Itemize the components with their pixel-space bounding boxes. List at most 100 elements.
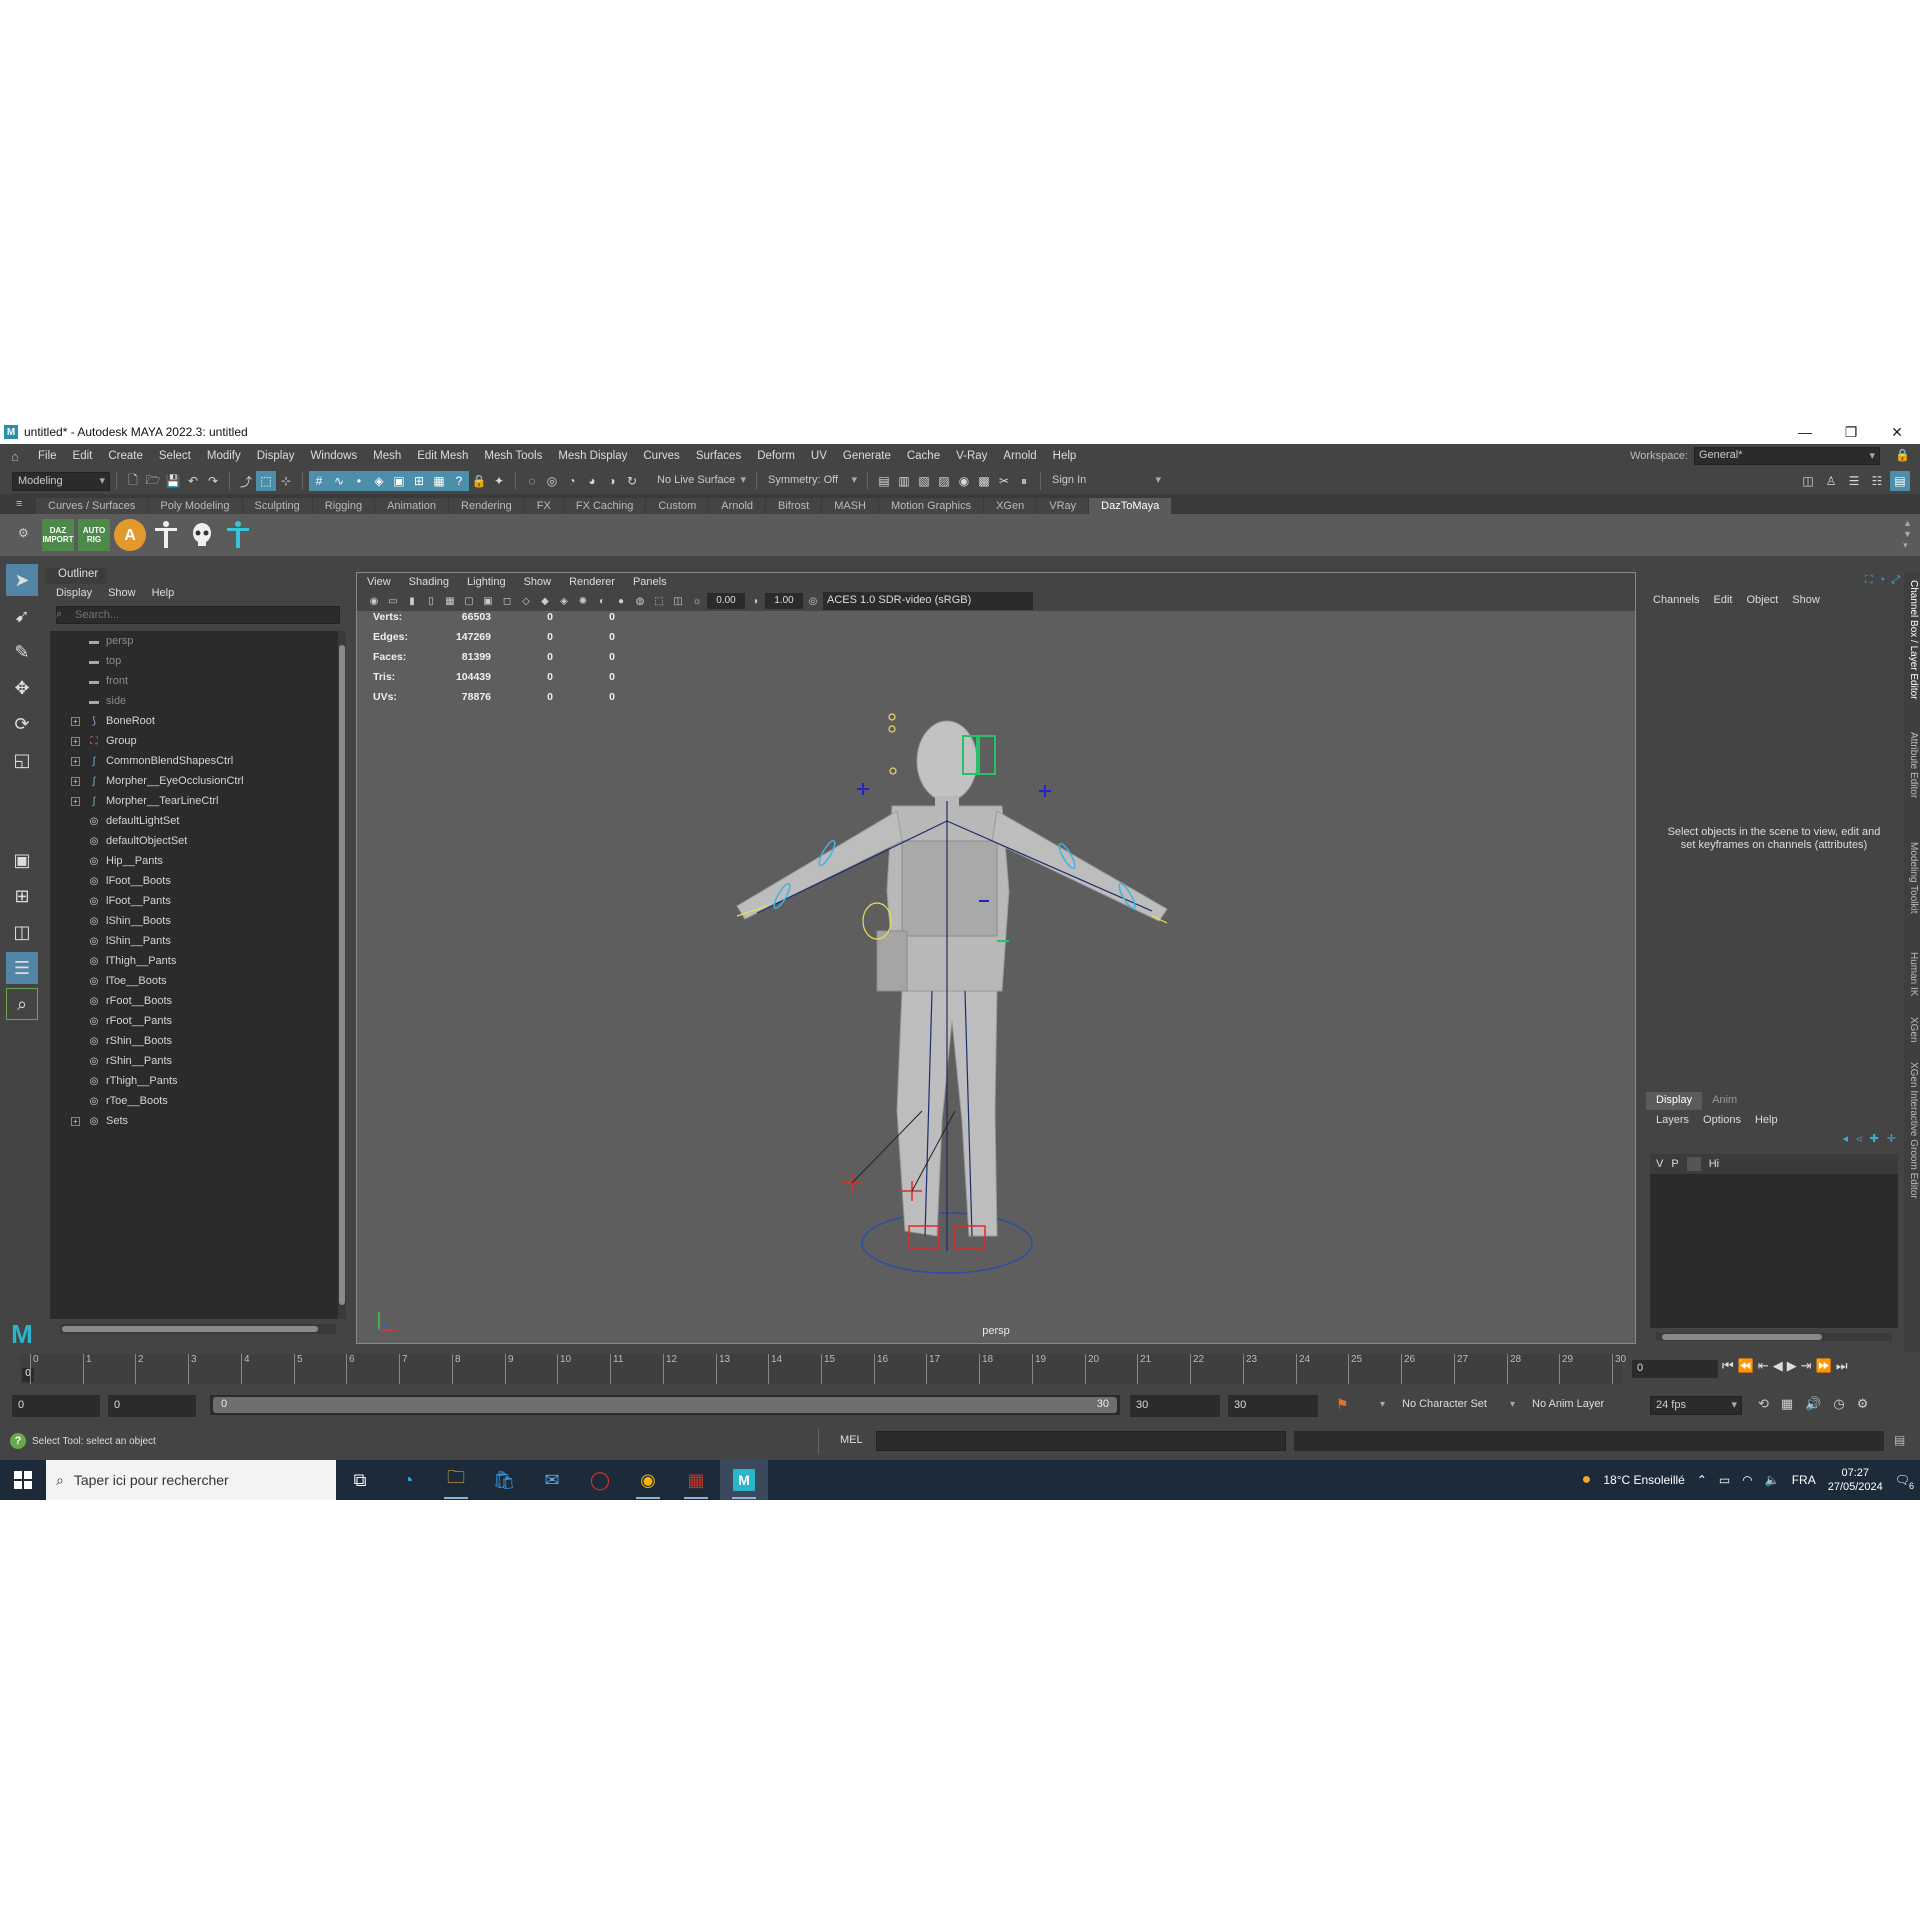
daz-import-icon[interactable]: DAZ IMPORT bbox=[42, 519, 74, 551]
outliner-item[interactable]: ◎ rShin__Boots bbox=[50, 1031, 338, 1051]
outliner-item[interactable]: ◎ rToe__Boots bbox=[50, 1091, 338, 1111]
home-icon[interactable]: ⌂ bbox=[0, 449, 30, 464]
outliner-item[interactable]: + ∫ Morpher__EyeOcclusionCtrl bbox=[50, 771, 338, 791]
scale-tool-icon[interactable]: ◱ bbox=[6, 744, 38, 776]
wireframe-icon[interactable]: ◇ bbox=[517, 592, 535, 610]
auto-rig-icon[interactable]: AUTO RIG bbox=[78, 519, 110, 551]
step-forward-key-icon[interactable]: ⏩ bbox=[1816, 1358, 1832, 1374]
expand-icon[interactable]: + bbox=[71, 1116, 80, 1126]
shelf-tab-animation[interactable]: Animation bbox=[375, 498, 449, 514]
four-view-layout-icon[interactable]: ⊞ bbox=[6, 880, 38, 912]
channel-box-menu-edit[interactable]: Edit bbox=[1713, 594, 1732, 606]
move-layer-down-icon[interactable]: ◃ bbox=[1856, 1132, 1862, 1145]
snap-projected-center-icon[interactable]: ◈ bbox=[369, 471, 389, 491]
move-tool-icon[interactable]: ✥ bbox=[6, 672, 38, 704]
animation-start-field[interactable]: 0 bbox=[12, 1395, 100, 1417]
outliner-item[interactable]: ◎ rThigh__Pants bbox=[50, 1071, 338, 1091]
menu-select[interactable]: Select bbox=[151, 450, 199, 462]
viewport-menu-lighting[interactable]: Lighting bbox=[467, 576, 506, 588]
channel-box-icon[interactable]: ⛶ bbox=[1865, 574, 1873, 587]
shelf-tab-rigging[interactable]: Rigging bbox=[312, 498, 375, 514]
viewport-menu-renderer[interactable]: Renderer bbox=[569, 576, 615, 588]
select-component-icon[interactable]: ⊹ bbox=[276, 471, 296, 491]
anim-layer-arrow-icon[interactable]: ▾ bbox=[1510, 1399, 1515, 1410]
float-panel-icon[interactable]: ⤢ bbox=[1891, 574, 1900, 587]
color-management-icon[interactable]: ◎ bbox=[804, 592, 822, 610]
shelf-scroll-icon[interactable]: ▲ ▼ ▾ bbox=[1903, 518, 1912, 551]
file-explorer-icon[interactable]: 🗀 bbox=[432, 1460, 480, 1500]
snap-grid-icon[interactable]: # bbox=[309, 471, 329, 491]
outliner-item[interactable]: + ∫ CommonBlendShapesCtrl bbox=[50, 751, 338, 771]
a-pose-icon[interactable]: A bbox=[114, 519, 146, 551]
shelf-tab-custom[interactable]: Custom bbox=[646, 498, 709, 514]
outliner-item[interactable]: ◎ rShin__Pants bbox=[50, 1051, 338, 1071]
highlight-icon[interactable]: ✦ bbox=[489, 471, 509, 491]
search-tool-icon[interactable]: ⌕ bbox=[6, 988, 38, 1020]
menu-file[interactable]: File bbox=[30, 450, 65, 462]
layer-menu-layers[interactable]: Layers bbox=[1656, 1114, 1689, 1126]
shelf-tab-motion-graphics[interactable]: Motion Graphics bbox=[879, 498, 984, 514]
layer-editor-icon[interactable]: ◔ bbox=[1879, 574, 1886, 587]
side-tab-attribute-editor[interactable]: Attribute Editor bbox=[1905, 732, 1919, 798]
color-space-dropdown[interactable]: ACES 1.0 SDR-video (sRGB) bbox=[823, 592, 1033, 610]
windows-start-icon[interactable] bbox=[0, 1460, 46, 1500]
script-editor-icon[interactable]: ▤ bbox=[1894, 1433, 1905, 1447]
expand-icon[interactable]: + bbox=[71, 756, 80, 766]
menu-mesh-tools[interactable]: Mesh Tools bbox=[476, 450, 550, 462]
move-layer-up-icon[interactable]: ◂ bbox=[1843, 1132, 1849, 1145]
live-surface-field[interactable]: No Live Surface bbox=[652, 471, 750, 491]
channel-box-toggle-icon[interactable]: ▤ bbox=[1890, 471, 1910, 491]
camera-icon[interactable]: ▭ bbox=[384, 592, 402, 610]
volume-icon[interactable]: 🔈 bbox=[1765, 1473, 1780, 1487]
isolate-select-icon[interactable]: ⬚ bbox=[650, 592, 668, 610]
edge-browser-icon[interactable]: ◔ bbox=[384, 1460, 432, 1500]
symmetry-dropdown[interactable]: Symmetry: Off bbox=[763, 471, 861, 491]
shelf-tab-bifrost[interactable]: Bifrost bbox=[766, 498, 822, 514]
shelf-tab-rendering[interactable]: Rendering bbox=[449, 498, 524, 514]
smooth-shade-icon[interactable]: ◆ bbox=[536, 592, 554, 610]
antialiasing-icon[interactable]: ◍ bbox=[631, 592, 649, 610]
restore-button[interactable]: ❐ bbox=[1828, 420, 1874, 444]
rotate-tool-icon[interactable]: ⟳ bbox=[6, 708, 38, 740]
animation-end-field[interactable]: 30 bbox=[1228, 1395, 1318, 1417]
layer-menu-options[interactable]: Options bbox=[1703, 1114, 1741, 1126]
device-icon[interactable]: ▭ bbox=[1719, 1473, 1730, 1487]
shelf-tab-sculpting[interactable]: Sculpting bbox=[242, 498, 312, 514]
textured-icon[interactable]: ◈ bbox=[555, 592, 573, 610]
shadows-icon[interactable]: ◐ bbox=[593, 592, 611, 610]
playback-end-field[interactable]: 30 bbox=[1130, 1395, 1220, 1417]
clock[interactable]: 07:27 27/05/2024 bbox=[1828, 1466, 1883, 1494]
ambient-occlusion-icon[interactable]: ● bbox=[612, 592, 630, 610]
lights-icon[interactable]: ✺ bbox=[574, 592, 592, 610]
grid-icon[interactable]: ▦ bbox=[441, 592, 459, 610]
mode-dropdown[interactable]: Modeling bbox=[12, 471, 110, 491]
shelf-tab-curves-surfaces[interactable]: Curves / Surfaces bbox=[36, 498, 148, 514]
time-ruler[interactable]: 0 0 1 2 3 4 5 6 7 8 9 10 11 12 13 14 15 16 17 18 19 20 21 22 23… bbox=[20, 1354, 1626, 1384]
select-tool-icon[interactable]: ➤ bbox=[6, 564, 38, 596]
layer-row[interactable]: V P Hi bbox=[1650, 1154, 1898, 1174]
shelf-tab-xgen[interactable]: XGen bbox=[984, 498, 1037, 514]
outliner-item[interactable]: ◎ defaultObjectSet bbox=[50, 831, 338, 851]
layer-tab-display[interactable]: Display bbox=[1646, 1092, 1703, 1110]
play-forwards-icon[interactable]: ▶ bbox=[1787, 1358, 1797, 1374]
sign-in-dropdown[interactable]: Sign In bbox=[1047, 471, 1165, 491]
channel-box-menu-object[interactable]: Object bbox=[1746, 594, 1778, 606]
pause-render-icon[interactable]: ⏸ bbox=[1014, 471, 1034, 491]
save-scene-icon[interactable]: 💾 bbox=[163, 471, 183, 491]
open-scene-icon[interactable]: 🗁 bbox=[143, 471, 163, 491]
outliner-item[interactable]: ◎ lFoot__Pants bbox=[50, 891, 338, 911]
undo-icon[interactable]: ↶ bbox=[183, 471, 203, 491]
exposure-field[interactable]: 0.00 bbox=[707, 593, 745, 609]
shelf-menu-icon[interactable]: ≡ bbox=[16, 498, 22, 510]
side-tab-human-ik[interactable]: Human IK bbox=[1905, 952, 1919, 996]
animation-preferences-icon[interactable]: ⚙ bbox=[1857, 1396, 1869, 1412]
snap-view-plane-icon[interactable]: ▣ bbox=[389, 471, 409, 491]
shelf-tab-fx[interactable]: FX bbox=[524, 498, 563, 514]
snap-point-icon[interactable]: • bbox=[349, 471, 369, 491]
two-pane-layout-icon[interactable]: ◫ bbox=[6, 916, 38, 948]
tool-settings-toggle-icon[interactable]: ☷ bbox=[1867, 471, 1887, 491]
new-scene-icon[interactable]: 🗋 bbox=[123, 471, 143, 491]
expand-icon[interactable]: + bbox=[71, 716, 80, 726]
snap-curve-icon[interactable]: ∿ bbox=[329, 471, 349, 491]
mel-label[interactable]: MEL bbox=[840, 1434, 863, 1446]
